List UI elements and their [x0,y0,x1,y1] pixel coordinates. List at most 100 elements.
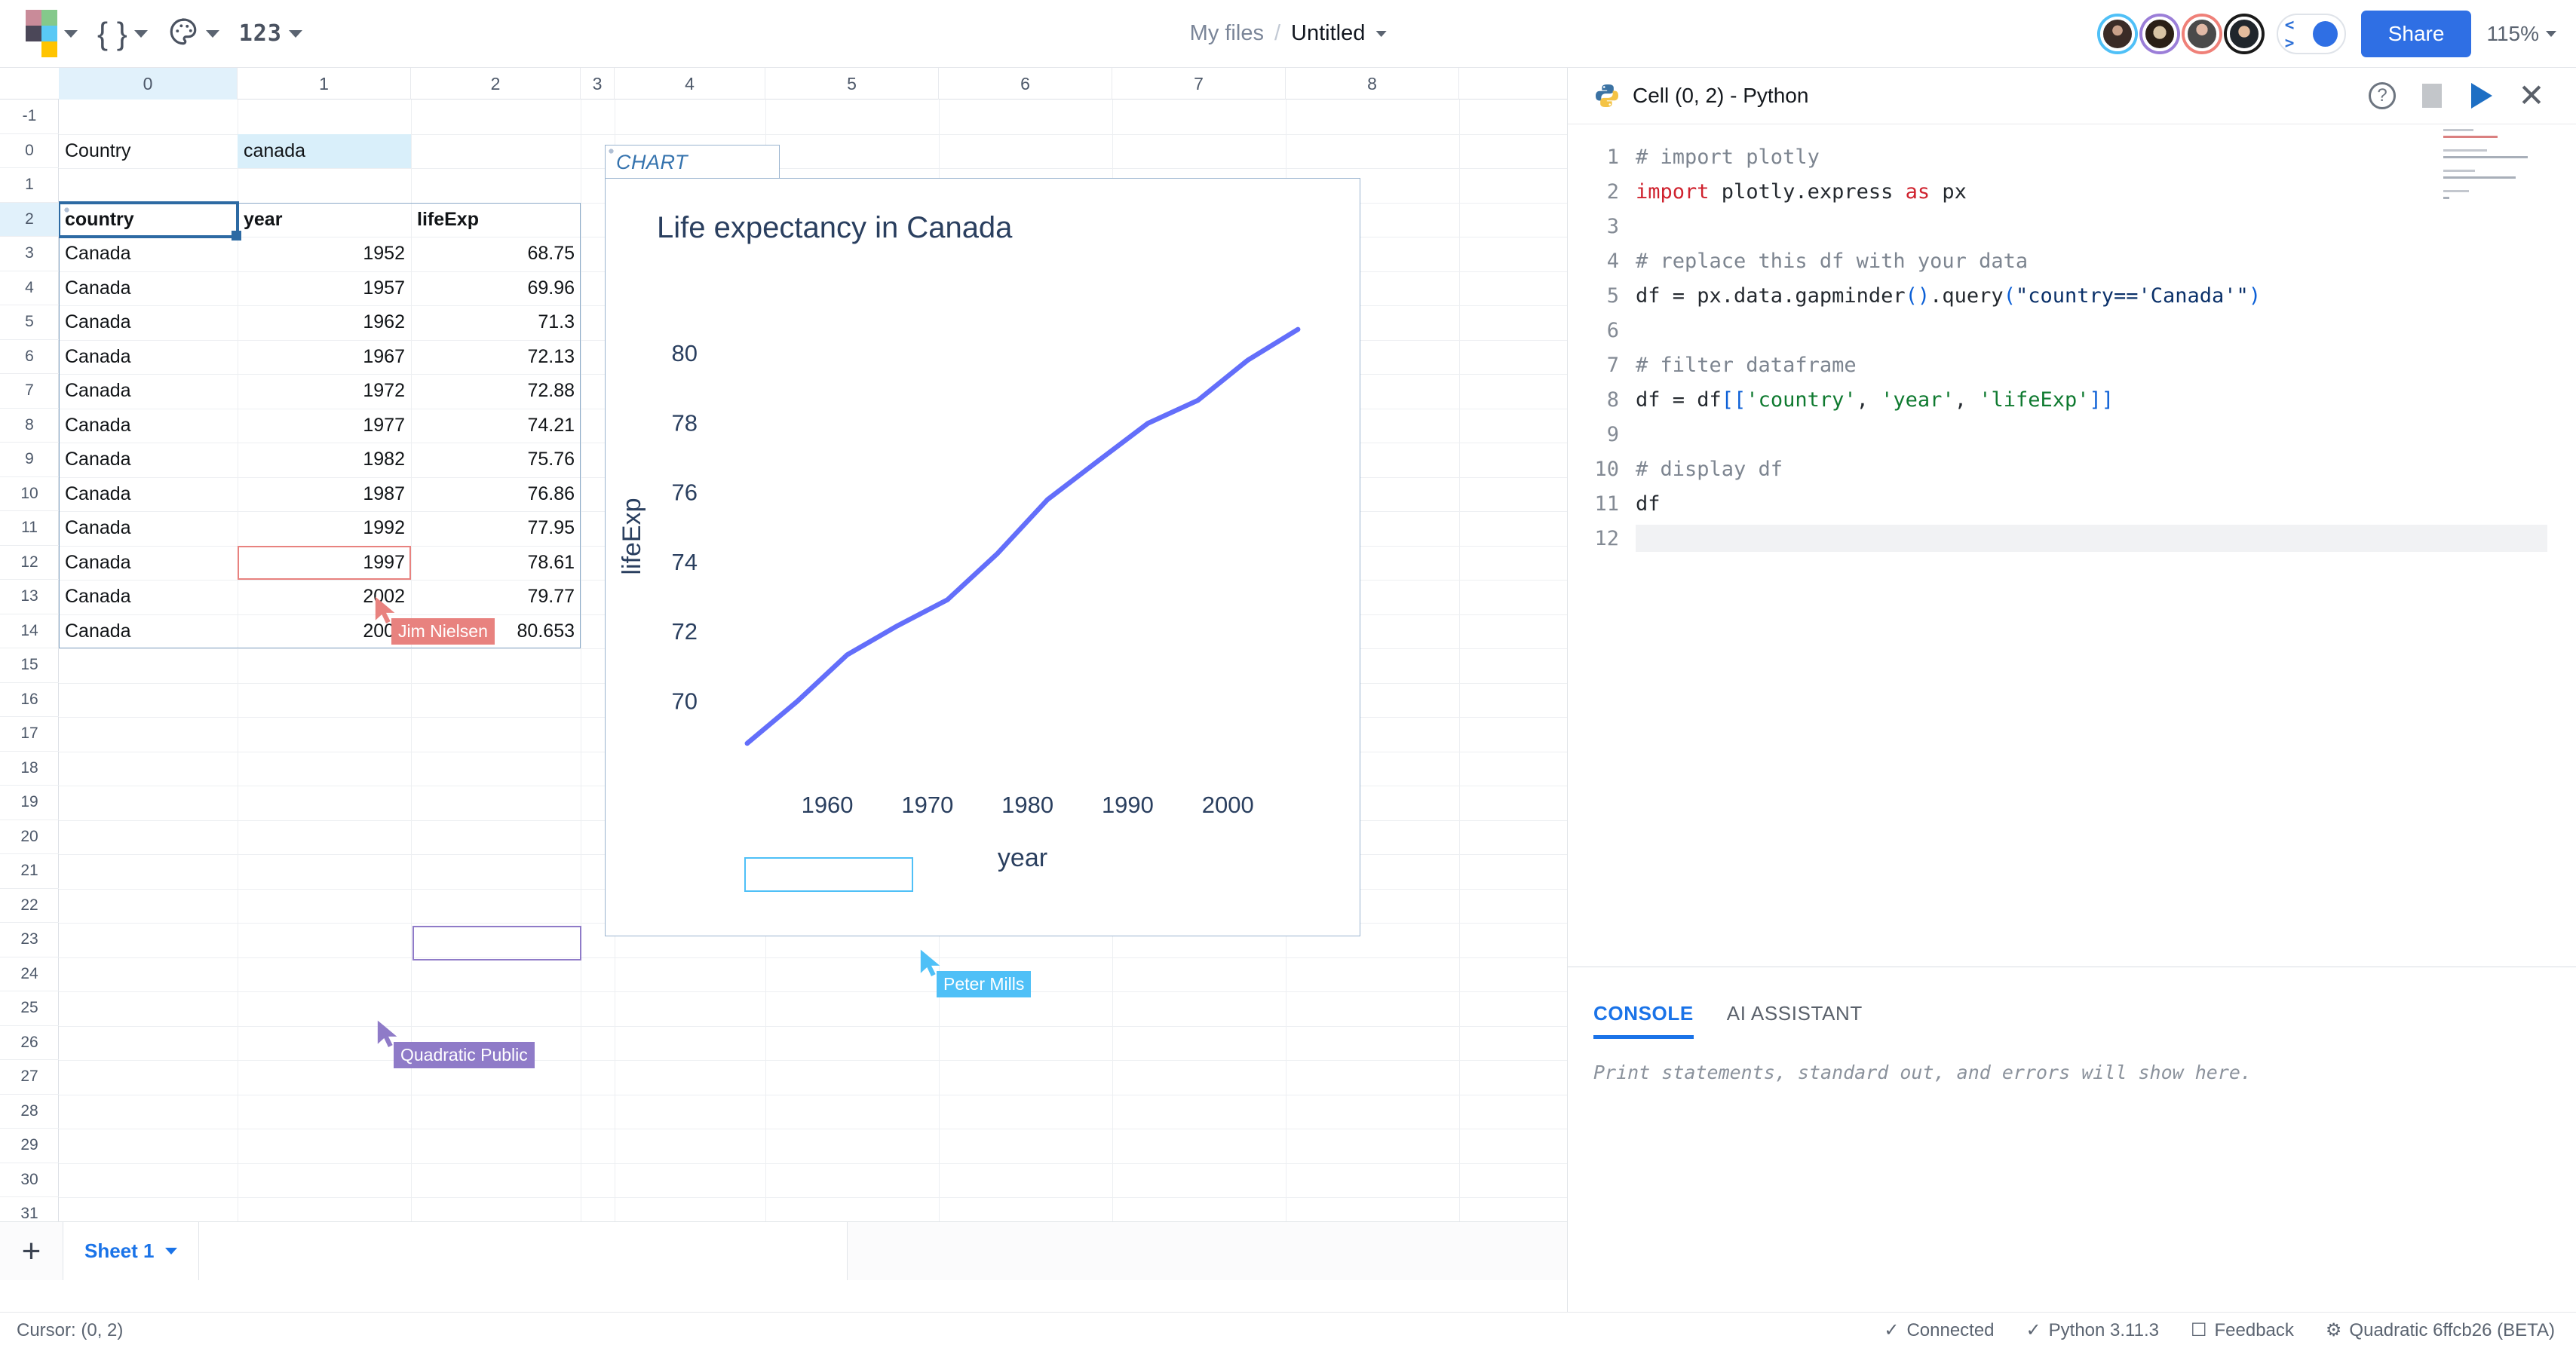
run-button[interactable] [2463,77,2501,115]
file-title[interactable]: Untitled [1291,21,1365,46]
help-button[interactable]: ? [2363,77,2401,115]
number-format-button[interactable]: 123 [232,16,310,51]
status-python-version[interactable]: ✓ Python 3.11.3 [2026,1319,2159,1341]
table-cell[interactable]: Canada [59,546,238,581]
table-cell[interactable]: Canada [59,271,238,306]
cell-country-label[interactable]: Country [59,134,238,169]
table-cell[interactable]: Canada [59,340,238,375]
paint-palette-button[interactable] [160,11,227,56]
tab-console[interactable]: CONSOLE [1593,1002,1694,1039]
fill-handle[interactable] [232,231,241,240]
column-header-3[interactable]: 3 [581,68,615,100]
code-line[interactable]: 7 # filter dataframe [1568,348,2576,382]
avatar[interactable] [2226,16,2262,51]
table-cell[interactable]: Canada [59,443,238,477]
breadcrumb-my-files[interactable]: My files [1190,21,1264,46]
avatar[interactable] [2099,16,2135,51]
status-version[interactable]: ⚙ Quadratic 6ffcb26 (BETA) [2326,1319,2555,1341]
row-header-0[interactable]: 0 [0,134,59,168]
table-cell[interactable]: 72.88 [411,374,581,409]
row-header-8[interactable]: 8 [0,409,59,443]
table-cell[interactable]: 68.75 [411,237,581,271]
row-header-28[interactable]: 28 [0,1095,59,1129]
row-header-11[interactable]: 11 [0,511,59,546]
column-header-0[interactable]: 0 [59,68,238,100]
code-line[interactable]: 5 df = px.data.gapminder().query("country… [1568,278,2576,313]
code-line[interactable]: 4 # replace this df with your data [1568,244,2576,278]
row-header-10[interactable]: 10 [0,477,59,511]
row-header-2[interactable]: 2 [0,202,59,237]
table-cell[interactable]: 74.21 [411,409,581,443]
table-cell[interactable]: 72.13 [411,340,581,375]
cell-country-value[interactable]: canada [238,134,411,169]
row-header-6[interactable]: 6 [0,340,59,374]
code-line[interactable]: 1 # import plotly [1568,139,2576,174]
row-header-7[interactable]: 7 [0,374,59,409]
table-cell[interactable]: Canada [59,374,238,409]
row-header-3[interactable]: 3 [0,237,59,271]
row-header-4[interactable]: 4 [0,271,59,305]
table-cell[interactable]: 76.86 [411,477,581,512]
status-feedback[interactable]: ☐ Feedback [2191,1319,2294,1341]
table-cell[interactable]: Canada [59,511,238,546]
selected-cell-outline[interactable] [59,201,241,240]
status-connected[interactable]: ✓ Connected [1884,1319,1994,1341]
code-editor[interactable]: 1 # import plotly 2 import plotly.express a… [1568,124,2576,967]
row-header-24[interactable]: 24 [0,957,59,991]
avatar[interactable] [2142,16,2177,51]
table-cell[interactable]: 77.95 [411,511,581,546]
code-line[interactable]: 11 df [1568,486,2576,521]
table-cell[interactable]: 1957 [238,271,411,306]
row-header-9[interactable]: 9 [0,443,59,477]
table-cell[interactable]: 1952 [238,237,411,271]
table-cell[interactable]: 1977 [238,409,411,443]
code-line[interactable]: 3 [1568,209,2576,244]
row-header--1[interactable]: -1 [0,100,59,134]
table-cell[interactable]: 79.77 [411,580,581,614]
chevron-down-icon[interactable] [1375,30,1387,37]
table-cell[interactable]: 1967 [238,340,411,375]
table-cell[interactable]: 69.96 [411,271,581,306]
row-header-29[interactable]: 29 [0,1129,59,1163]
row-header-16[interactable]: 16 [0,683,59,717]
table-header-year[interactable]: year [238,203,411,237]
code-line[interactable]: 9 [1568,417,2576,452]
tab-ai-assistant[interactable]: AI ASSISTANT [1727,1002,1863,1039]
row-header-19[interactable]: 19 [0,786,59,820]
row-header-23[interactable]: 23 [0,923,59,957]
column-header-7[interactable]: 7 [1112,68,1286,100]
table-cell[interactable]: Canada [59,237,238,271]
row-header-21[interactable]: 21 [0,854,59,889]
code-line[interactable]: 2 import plotly.express as px [1568,174,2576,209]
table-cell[interactable]: 1962 [238,305,411,340]
code-line[interactable]: 8 df = df[['country', 'year', 'lifeExp']] [1568,382,2576,417]
table-cell[interactable]: Canada [59,477,238,512]
row-header-22[interactable]: 22 [0,889,59,923]
row-header-25[interactable]: 25 [0,991,59,1026]
row-header-15[interactable]: 15 [0,648,59,683]
chevron-down-icon[interactable] [164,1248,177,1255]
code-line[interactable]: 6 [1568,313,2576,348]
close-panel-button[interactable]: ✕ [2513,77,2550,115]
column-header-5[interactable]: 5 [765,68,939,100]
row-header-30[interactable]: 30 [0,1163,59,1197]
avatar[interactable] [2184,16,2219,51]
table-cell[interactable]: 1987 [238,477,411,512]
table-cell[interactable]: Canada [59,409,238,443]
code-line[interactable]: 10 # display df [1568,452,2576,486]
row-header-26[interactable]: 26 [0,1026,59,1060]
row-header-18[interactable]: 18 [0,752,59,786]
row-header-13[interactable]: 13 [0,580,59,614]
share-button[interactable]: Share [2360,10,2472,57]
zoom-control[interactable]: 115% [2486,22,2556,46]
row-header-12[interactable]: 12 [0,546,59,580]
column-header-4[interactable]: 4 [615,68,765,100]
column-header-2[interactable]: 2 [411,68,581,100]
color-palette-grid-button[interactable] [18,5,85,62]
row-header-14[interactable]: 14 [0,614,59,648]
table-cell[interactable]: Canada [59,305,238,340]
show-code-toggle[interactable]: < > [2276,13,2346,54]
table-cell[interactable]: 75.76 [411,443,581,477]
table-cell[interactable]: 1982 [238,443,411,477]
table-cell[interactable]: Canada [59,580,238,614]
